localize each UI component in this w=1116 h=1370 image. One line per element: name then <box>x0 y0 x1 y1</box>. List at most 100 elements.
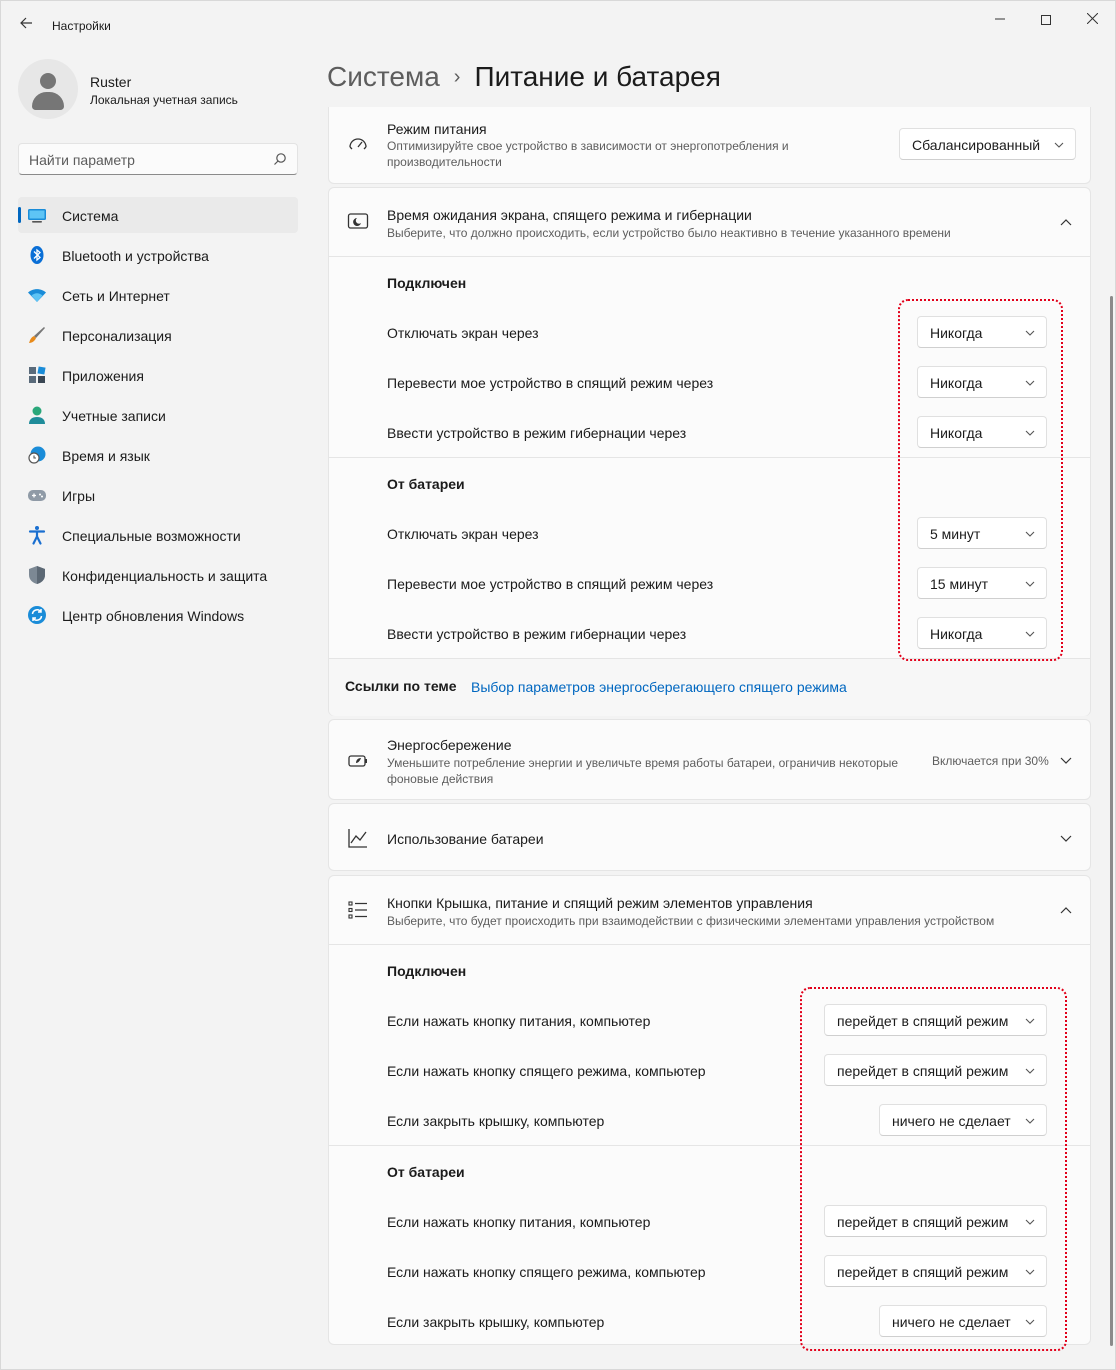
chevron-down-icon <box>1025 330 1035 336</box>
option-label: Если закрыть крышку, компьютер <box>387 1113 605 1129</box>
hibernate-battery-dropdown[interactable]: Никогда <box>917 617 1047 649</box>
screen-off-plugged-dropdown[interactable]: Никогда <box>917 316 1047 348</box>
power-button-battery-dropdown[interactable]: перейдет в спящий режим <box>824 1205 1047 1237</box>
chevron-down-icon[interactable] <box>1056 828 1076 848</box>
plugged-in-heading: Подключен <box>387 963 467 979</box>
breadcrumb: Система › Питание и батарея <box>327 61 721 93</box>
sleep-plugged-dropdown[interactable]: Никогда <box>917 366 1047 398</box>
sidebar-item-accounts[interactable]: Учетные записи <box>18 397 298 433</box>
chevron-up-icon[interactable] <box>1056 900 1076 920</box>
maximize-icon <box>1041 15 1051 26</box>
chevron-down-icon <box>1025 531 1035 537</box>
avatar[interactable] <box>18 59 78 119</box>
sidebar-item-time-language[interactable]: Время и язык <box>18 437 298 473</box>
maximize-button[interactable] <box>1023 7 1069 31</box>
search-input[interactable] <box>29 150 269 170</box>
sleep-battery-dropdown[interactable]: 15 минут <box>917 567 1047 599</box>
lid-buttons-card: Кнопки Крышка, питание и спящий режим эл… <box>328 875 1091 1345</box>
power-mode-description: Оптимизируйте свое устройство в зависимо… <box>387 139 789 169</box>
dropdown-value: Сбалансированный <box>912 137 1041 153</box>
battery-usage-title: Использование батареи <box>387 831 544 847</box>
option-label: Если нажать кнопку спящего режима, компь… <box>387 1063 706 1079</box>
option-label: Перевести мое устройство в спящий режим … <box>387 375 714 391</box>
dropdown-value: ничего не сделает <box>892 1314 1011 1330</box>
account-type: Локальная учетная запись <box>90 93 238 107</box>
sidebar-item-personalization[interactable]: Персонализация <box>18 317 298 353</box>
chevron-down-icon <box>1025 430 1035 436</box>
sidebar-nav: Система Bluetooth и устройства Сеть и Ин… <box>18 197 298 637</box>
title-bar: Настройки <box>1 1 1115 51</box>
power-mode-title: Режим питания <box>387 121 487 137</box>
sidebar-item-privacy[interactable]: Конфиденциальность и защита <box>18 557 298 593</box>
dropdown-value: перейдет в спящий режим <box>837 1013 1009 1029</box>
sleep-button-battery-dropdown[interactable]: перейдет в спящий режим <box>824 1255 1047 1287</box>
sidebar-item-label: Приложения <box>62 368 144 384</box>
option-label: Если закрыть крышку, компьютер <box>387 1314 605 1330</box>
sidebar-item-label: Bluetooth и устройства <box>62 248 209 264</box>
sidebar-item-gaming[interactable]: Игры <box>18 477 298 513</box>
breadcrumb-parent[interactable]: Система <box>327 61 440 92</box>
screen-sleep-title: Время ожидания экрана, спящего режима и … <box>387 207 752 223</box>
on-battery-heading: От батареи <box>387 476 465 492</box>
account-icon <box>29 406 45 424</box>
sidebar-item-bluetooth[interactable]: Bluetooth и устройства <box>18 237 298 273</box>
screen-off-battery-dropdown[interactable]: 5 минут <box>917 517 1047 549</box>
power-button-plugged-dropdown[interactable]: перейдет в спящий режим <box>824 1004 1047 1036</box>
sidebar-item-accessibility[interactable]: Специальные возможности <box>18 517 298 553</box>
chevron-down-icon <box>1025 581 1035 587</box>
battery-usage-card[interactable]: Использование батареи <box>328 803 1091 871</box>
close-button[interactable] <box>1069 7 1115 31</box>
option-label: Отключать экран через <box>387 325 539 341</box>
dropdown-value: перейдет в спящий режим <box>837 1063 1009 1079</box>
chevron-up-icon[interactable] <box>1056 212 1076 232</box>
back-button[interactable] <box>15 15 37 37</box>
update-icon <box>28 606 46 624</box>
chevron-down-icon <box>1025 1319 1035 1325</box>
screen-sleep-card: Время ожидания экрана, спящего режима и … <box>328 187 1091 716</box>
lid-close-plugged-dropdown[interactable]: ничего не сделает <box>879 1104 1047 1136</box>
scrollbar-thumb[interactable] <box>1110 296 1113 1346</box>
dropdown-value: 5 минут <box>930 526 981 542</box>
chevron-down-icon[interactable] <box>1056 750 1076 770</box>
breadcrumb-separator: › <box>453 66 461 88</box>
screen-sleep-header[interactable]: Время ожидания экрана, спящего режима и … <box>329 188 1090 256</box>
chevron-down-icon <box>1025 1118 1035 1124</box>
app-title: Настройки <box>52 19 111 33</box>
minimize-button[interactable] <box>977 7 1023 31</box>
screen-sleep-description: Выберите, что должно происходить, если у… <box>387 226 951 240</box>
sidebar-item-label: Специальные возможности <box>62 528 241 544</box>
sidebar-item-network[interactable]: Сеть и Интернет <box>18 277 298 313</box>
sleep-button-plugged-dropdown[interactable]: перейдет в спящий режим <box>824 1054 1047 1086</box>
lid-buttons-title: Кнопки Крышка, питание и спящий режим эл… <box>387 895 813 911</box>
lid-buttons-header[interactable]: Кнопки Крышка, питание и спящий режим эл… <box>329 876 1090 944</box>
hibernate-plugged-dropdown[interactable]: Никогда <box>917 416 1047 448</box>
sidebar-item-system[interactable]: Система <box>18 197 298 233</box>
bluetooth-icon <box>30 246 44 264</box>
chevron-down-icon <box>1025 631 1035 637</box>
search-box[interactable] <box>18 143 298 175</box>
option-label: Отключать экран через <box>387 526 539 542</box>
energy-sleep-link[interactable]: Выбор параметров энергосберегающего спящ… <box>471 679 847 695</box>
dropdown-value: Никогда <box>930 375 983 391</box>
system-icon <box>28 209 46 223</box>
sidebar-item-label: Учетные записи <box>62 408 166 424</box>
divider <box>329 944 1090 945</box>
sidebar-item-label: Персонализация <box>62 328 172 344</box>
sidebar-item-apps[interactable]: Приложения <box>18 357 298 393</box>
dropdown-value: перейдет в спящий режим <box>837 1264 1009 1280</box>
brush-icon <box>29 327 45 343</box>
dropdown-value: перейдет в спящий режим <box>837 1214 1009 1230</box>
battery-saver-card[interactable]: Энергосбережение Уменьшите потребление э… <box>328 719 1091 800</box>
list-settings-icon <box>348 901 367 919</box>
sidebar-item-windows-update[interactable]: Центр обновления Windows <box>18 597 298 633</box>
power-mode-dropdown[interactable]: Сбалансированный <box>899 128 1076 160</box>
lid-close-battery-dropdown[interactable]: ничего не сделает <box>879 1305 1047 1337</box>
shield-icon <box>29 566 45 584</box>
sidebar-item-label: Время и язык <box>62 448 150 464</box>
wifi-icon <box>28 289 46 302</box>
search-icon[interactable] <box>273 152 287 166</box>
accessibility-icon <box>28 526 46 545</box>
user-name: Ruster <box>90 74 132 90</box>
close-icon <box>1086 12 1098 25</box>
dropdown-value: ничего не сделает <box>892 1113 1011 1129</box>
